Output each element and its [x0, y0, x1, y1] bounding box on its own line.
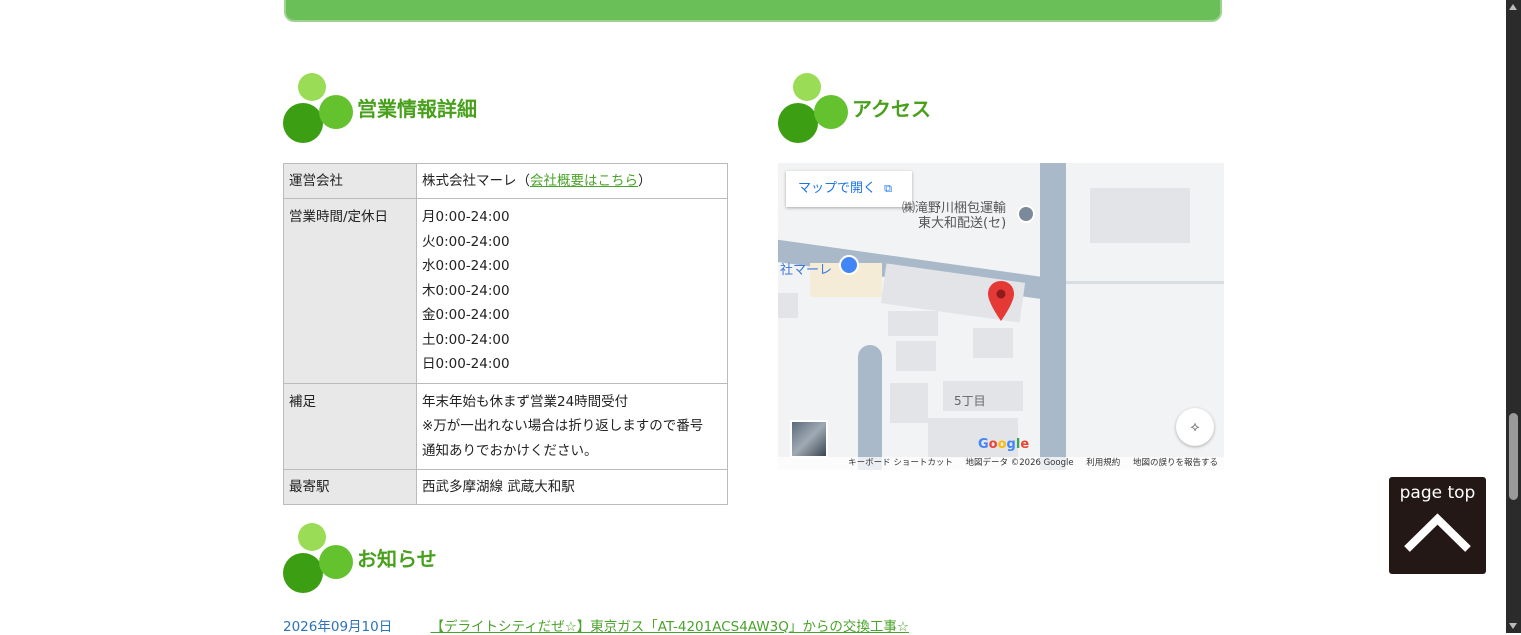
location-pin-icon[interactable]: [988, 281, 1014, 321]
hours-sunday: 日0:00-24:00: [422, 356, 510, 372]
circles-icon: [778, 73, 850, 145]
map-road: [1066, 281, 1224, 284]
news-item: 2026年09月10日 【デライトシティだぜ☆】東京ガス「AT-4201ACS4…: [283, 615, 909, 635]
page-top-button[interactable]: page top: [1389, 477, 1486, 574]
place-label[interactable]: 社マーレ: [780, 259, 832, 278]
report-error-link[interactable]: 地図の誤りを報告する: [1133, 458, 1218, 468]
map-building: [973, 328, 1013, 358]
chevron-up-icon: [1404, 513, 1471, 552]
hours-friday: 金0:00-24:00: [422, 307, 510, 323]
area-label: 5丁目: [954, 394, 986, 408]
circles-icon: [283, 523, 355, 595]
terms-link[interactable]: 利用規約: [1086, 458, 1120, 468]
business-info-table: 運営会社 株式会社マーレ（会社概要はこちら） 営業時間/定休日 月0:00-24…: [283, 163, 728, 505]
note-line: 通知ありでおかけください。: [422, 442, 598, 459]
note-line: 年末年始も休まず営業24時間受付: [422, 393, 629, 410]
company-label: 運営会社: [283, 163, 417, 199]
access-heading: アクセス: [778, 73, 1078, 145]
scroll-down-icon[interactable]: [1509, 623, 1517, 629]
company-profile-link[interactable]: 会社概要はこちら: [530, 173, 638, 189]
table-row: 運営会社 株式会社マーレ（会社概要はこちら）: [283, 163, 728, 199]
table-row: 最寄駅 西武多摩湖線 武蔵大和駅: [283, 469, 728, 505]
map-building: [890, 383, 928, 423]
hours-thursday: 木0:00-24:00: [422, 282, 510, 299]
business-info-title: 営業情報詳細: [357, 97, 477, 121]
google-logo: Google: [978, 437, 1030, 452]
vertical-scrollbar[interactable]: [1506, 0, 1521, 633]
news-heading: お知らせ: [283, 523, 583, 595]
hours-saturday: 土0:00-24:00: [422, 331, 510, 348]
map-building: [896, 341, 936, 371]
map-data-text: 地図データ ©2026 Google: [965, 458, 1074, 468]
scroll-up-icon[interactable]: [1509, 4, 1517, 10]
station-value: 西武多摩湖線 武蔵大和駅: [416, 469, 728, 505]
map-road: [858, 345, 882, 470]
company-value: 株式会社マーレ（会社概要はこちら）: [416, 163, 728, 199]
hours-label: 営業時間/定休日: [283, 198, 417, 384]
table-row: 営業時間/定休日 月0:00-24:00 火0:00-24:00 水0:00-2…: [283, 198, 728, 384]
circles-icon: [283, 73, 355, 145]
poi-marker-icon[interactable]: [1017, 205, 1035, 223]
map-road: [1040, 163, 1066, 470]
external-link-icon: ⧉: [884, 182, 893, 195]
table-row: 補足 年末年始も休まず営業24時間受付 ※万が一出れない場合は折り返しますので番…: [283, 382, 728, 470]
keyboard-shortcuts-link[interactable]: キーボード ショートカット: [848, 458, 953, 468]
map-attribution: キーボード ショートカット 地図データ ©2026 Google 利用規約 地図…: [778, 457, 1224, 470]
street-view-thumbnail[interactable]: [790, 420, 828, 458]
note-value: 年末年始も休まず営業24時間受付 ※万が一出れない場合は折り返しますので番号 通…: [416, 382, 728, 470]
scrollbar-thumb[interactable]: [1509, 413, 1518, 500]
hours-monday: 月0:00-24:00: [422, 209, 510, 225]
news-title: お知らせ: [357, 547, 437, 571]
top-banner-band: [284, 0, 1222, 22]
place-marker-icon[interactable]: [839, 255, 859, 275]
business-info-heading: 営業情報詳細: [283, 73, 583, 145]
map-building: [1090, 188, 1190, 243]
station-label: 最寄駅: [283, 469, 417, 505]
hours-tuesday: 火0:00-24:00: [422, 233, 510, 250]
hours-wednesday: 水0:00-24:00: [422, 258, 510, 274]
note-line: ※万が一出れない場合は折り返しますので番号: [422, 418, 704, 434]
map-pan-control[interactable]: ⟡: [1176, 408, 1214, 446]
poi-label: ㈱滝野川梱包運輸 東大和配送(セ): [902, 201, 1007, 231]
hours-value: 月0:00-24:00 火0:00-24:00 水0:00-24:00 木0:0…: [416, 198, 728, 384]
map-building: [888, 311, 938, 336]
google-map[interactable]: マップで開く ⧉ ㈱滝野川梱包運輸 東大和配送(セ) 社マーレ 5丁目 ⟡ Go…: [778, 163, 1224, 470]
open-in-maps-button[interactable]: マップで開く ⧉: [786, 171, 912, 207]
note-label: 補足: [283, 382, 417, 470]
access-title: アクセス: [852, 97, 931, 121]
map-building: [778, 293, 798, 318]
page-top-label: page top: [1399, 483, 1476, 503]
